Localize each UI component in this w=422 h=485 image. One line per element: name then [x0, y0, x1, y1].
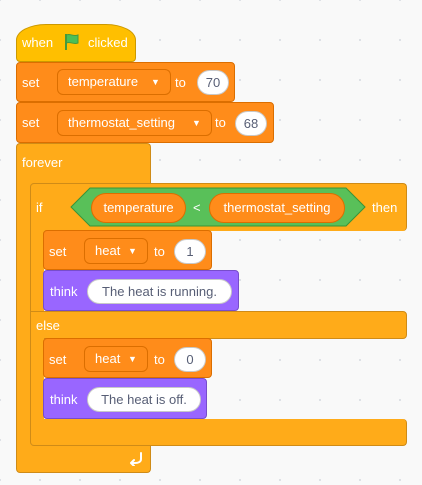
variable-name: heat [95, 243, 121, 258]
variable-name: heat [95, 351, 121, 366]
chevron-down-icon: ▼ [151, 77, 160, 87]
else-bar: else [30, 311, 407, 339]
else-arm [30, 338, 44, 420]
to-label: to [154, 352, 165, 367]
set-temperature-block[interactable]: set temperature ▼ to 70 [16, 62, 235, 102]
value-input-temperature[interactable]: 70 [197, 70, 229, 95]
else-label: else [36, 318, 60, 333]
set-label: set [49, 244, 67, 259]
forever-label: forever [22, 155, 63, 170]
think-running-block[interactable]: think The heat is running. [43, 270, 239, 311]
to-label: to [175, 75, 186, 90]
forever-arm [16, 183, 31, 445]
variable-dropdown-temperature[interactable]: temperature ▼ [57, 69, 171, 95]
to-label: to [215, 115, 226, 130]
think-message-input[interactable]: The heat is off. [87, 387, 201, 412]
set-label: set [49, 352, 67, 367]
variable-dropdown-heat[interactable]: heat ▼ [84, 238, 148, 264]
if-label: if [36, 200, 43, 215]
set-label: set [22, 115, 40, 130]
set-heat-on-block[interactable]: set heat ▼ to 1 [43, 230, 212, 270]
if-else-bottom [30, 419, 407, 446]
temperature-reporter[interactable]: temperature [91, 193, 186, 223]
variable-dropdown-thermostat-setting[interactable]: thermostat_setting ▼ [57, 110, 212, 136]
set-label: set [22, 75, 40, 90]
variable-name: thermostat_setting [68, 115, 175, 130]
variable-name: temperature [68, 74, 139, 89]
chevron-down-icon: ▼ [128, 354, 137, 364]
forever-block[interactable]: forever [16, 143, 151, 184]
forever-bottom [16, 445, 151, 473]
thermostat-setting-reporter[interactable]: thermostat_setting [209, 193, 345, 223]
chevron-down-icon: ▼ [128, 246, 137, 256]
value-input-heat-off[interactable]: 0 [174, 347, 206, 372]
clicked-label: clicked [88, 35, 128, 50]
think-message-input[interactable]: The heat is running. [87, 279, 232, 304]
value-input-thermostat[interactable]: 68 [235, 111, 267, 136]
if-arm [30, 230, 44, 312]
set-heat-off-block[interactable]: set heat ▼ to 0 [43, 338, 212, 378]
green-flag-icon [65, 33, 79, 50]
chevron-down-icon: ▼ [192, 118, 201, 128]
think-off-block[interactable]: think The heat is off. [43, 378, 207, 419]
when-flag-clicked-block[interactable]: when clicked [16, 24, 136, 62]
loop-arrow-icon [130, 452, 142, 466]
value-input-heat-on[interactable]: 1 [174, 239, 206, 264]
variable-dropdown-heat[interactable]: heat ▼ [84, 346, 148, 372]
then-label: then [372, 200, 398, 215]
when-label: when [22, 35, 54, 50]
set-thermostat-setting-block[interactable]: set thermostat_setting ▼ to 68 [16, 102, 274, 143]
less-than-operator-label: < [193, 200, 201, 215]
think-label: think [50, 284, 78, 299]
think-label: think [50, 392, 78, 407]
to-label: to [154, 244, 165, 259]
